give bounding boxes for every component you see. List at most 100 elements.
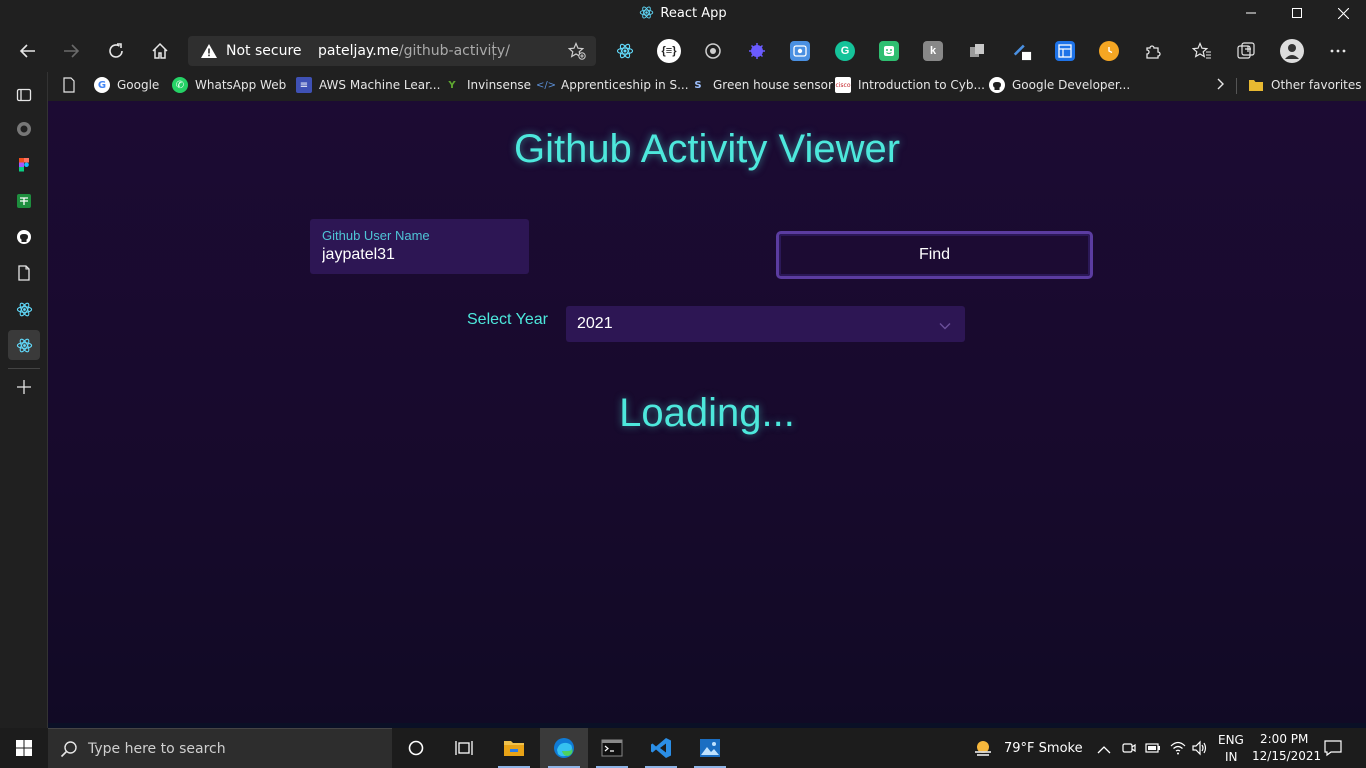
- favorite-item-google[interactable]: G Google: [94, 76, 159, 94]
- vscode-icon[interactable]: [637, 728, 685, 768]
- search-icon: [60, 740, 78, 763]
- clock-extension-icon[interactable]: [1099, 41, 1119, 61]
- find-button[interactable]: Find: [776, 231, 1093, 279]
- security-label[interactable]: Not secure: [226, 43, 302, 59]
- tab-sheets[interactable]: [8, 186, 40, 216]
- favorites-bar: G Google ✆ WhatsApp Web ≡ AWS Machine Lear.…: [48, 72, 1366, 98]
- invinsense-icon: Y: [448, 79, 456, 91]
- edge-browser-icon[interactable]: [540, 728, 588, 768]
- add-favorite-icon[interactable]: [567, 41, 586, 65]
- cortana-icon[interactable]: [392, 728, 440, 768]
- meet-now-icon[interactable]: [1121, 740, 1137, 761]
- taskbar: Type here to search 79°F Smoke ENG IN 2:…: [0, 728, 1366, 768]
- weather-icon[interactable]: [972, 737, 994, 764]
- maximize-button[interactable]: [1274, 0, 1320, 26]
- volume-icon[interactable]: [1191, 740, 1209, 761]
- sparkle-extension-icon[interactable]: [747, 41, 767, 61]
- tab-figma[interactable]: [8, 150, 40, 180]
- url-domain: pateljay.me: [318, 43, 399, 59]
- browser-toolbar: Not secure pateljay.me/github-activity/ …: [0, 30, 1366, 70]
- favorites-icon[interactable]: [1192, 41, 1212, 61]
- tab-react-1[interactable]: [8, 294, 40, 324]
- photos-icon[interactable]: [686, 728, 734, 768]
- clock-time[interactable]: 2:00 PM: [1260, 732, 1308, 746]
- vertical-tabs-sidebar: [0, 72, 48, 728]
- profile-avatar[interactable]: [1280, 39, 1304, 63]
- calendar-extension-icon[interactable]: [1055, 41, 1075, 61]
- folder-icon: [1248, 77, 1264, 93]
- window-title: React App: [660, 6, 727, 21]
- react-devtools-extension-icon[interactable]: [615, 41, 635, 61]
- favorite-item-green-house[interactable]: S Green house sensor: [690, 76, 833, 94]
- favorite-item-invinsense[interactable]: Y Invinsense: [444, 76, 531, 94]
- warning-icon[interactable]: [200, 43, 218, 64]
- k-extension-icon[interactable]: k: [923, 41, 943, 61]
- react-icon: [639, 5, 654, 24]
- search-placeholder: Type here to search: [88, 741, 226, 757]
- google-icon: G: [94, 77, 110, 93]
- year-select[interactable]: 2021: [566, 306, 965, 342]
- screenshot-extension-icon[interactable]: [790, 41, 810, 61]
- username-field[interactable]: Github User Name: [310, 219, 529, 274]
- other-favorites-folder[interactable]: Other favorites: [1248, 76, 1362, 94]
- cisco-icon: cisco: [835, 77, 851, 93]
- notifications-icon[interactable]: [1324, 739, 1342, 762]
- tab-github-gray[interactable]: [8, 114, 40, 144]
- collections-icon[interactable]: [1236, 41, 1256, 61]
- loading-text: Loading...: [619, 391, 795, 435]
- close-button[interactable]: [1320, 0, 1366, 26]
- aws-icon: ≡: [296, 77, 312, 93]
- browser-window: React App Not secure pateljay.me/github-…: [0, 0, 1366, 728]
- grammarly-extension-icon[interactable]: G: [835, 41, 855, 61]
- refresh-button[interactable]: [101, 36, 131, 66]
- favorite-item-whatsapp[interactable]: ✆ WhatsApp Web: [172, 76, 286, 94]
- back-button[interactable]: [13, 36, 43, 66]
- terminal-icon[interactable]: [588, 728, 636, 768]
- extensions-puzzle-icon[interactable]: [1143, 41, 1163, 61]
- clock-date[interactable]: 12/15/2021: [1252, 749, 1321, 763]
- url-text[interactable]: pateljay.me/github-activity/: [318, 43, 510, 59]
- task-view-icon[interactable]: [440, 728, 488, 768]
- favorite-item-aws[interactable]: ≡ AWS Machine Lear...: [296, 76, 440, 94]
- settings-menu-icon[interactable]: [1328, 41, 1348, 61]
- s-icon: S: [694, 79, 702, 91]
- copy-extension-icon[interactable]: [967, 41, 987, 61]
- whatsapp-icon: ✆: [172, 77, 188, 93]
- language-code[interactable]: ENG: [1218, 733, 1244, 747]
- url-path: /github-activity/: [398, 43, 510, 59]
- json-viewer-extension-icon[interactable]: {≡}: [657, 39, 681, 63]
- home-button[interactable]: [145, 36, 175, 66]
- minimize-button[interactable]: [1228, 0, 1274, 26]
- battery-icon[interactable]: [1144, 740, 1162, 761]
- tab-react-active[interactable]: [8, 330, 40, 360]
- chevron-up-icon[interactable]: [1097, 742, 1111, 760]
- username-input[interactable]: [322, 246, 517, 264]
- target-extension-icon[interactable]: [703, 41, 723, 61]
- tab-github[interactable]: [8, 222, 40, 252]
- page-content: Github Activity Viewer Github User Name …: [48, 101, 1366, 723]
- new-tab-plus-icon[interactable]: [8, 372, 40, 402]
- chevron-down-icon: [939, 317, 951, 335]
- favorite-item-google-developer[interactable]: Google Developer...: [989, 76, 1130, 94]
- favorite-item-cisco[interactable]: cisco Introduction to Cyb...: [835, 76, 985, 94]
- file-explorer-icon[interactable]: [490, 728, 538, 768]
- select-year-label: Select Year: [467, 311, 548, 328]
- username-label: Github User Name: [322, 228, 430, 243]
- taskbar-search[interactable]: Type here to search: [48, 728, 392, 768]
- weather-text[interactable]: 79°F Smoke: [1004, 741, 1083, 756]
- document-icon[interactable]: [62, 77, 76, 98]
- forward-button[interactable]: [56, 36, 86, 66]
- wifi-icon[interactable]: [1169, 740, 1187, 761]
- pen-extension-icon[interactable]: [1012, 41, 1032, 61]
- smile-extension-icon[interactable]: [879, 41, 899, 61]
- year-selected-value: 2021: [577, 315, 613, 332]
- start-button[interactable]: [0, 728, 48, 768]
- title-bar: React App: [0, 0, 1366, 26]
- tab-actions-icon[interactable]: [8, 80, 40, 110]
- language-region[interactable]: IN: [1225, 750, 1238, 764]
- github-icon: [989, 77, 1005, 93]
- tab-document[interactable]: [8, 258, 40, 288]
- chevron-right-icon[interactable]: [1215, 77, 1225, 96]
- favorite-item-apprenticeship[interactable]: </> Apprenticeship in S...: [536, 76, 689, 94]
- address-bar[interactable]: Not secure pateljay.me/github-activity/: [188, 36, 596, 66]
